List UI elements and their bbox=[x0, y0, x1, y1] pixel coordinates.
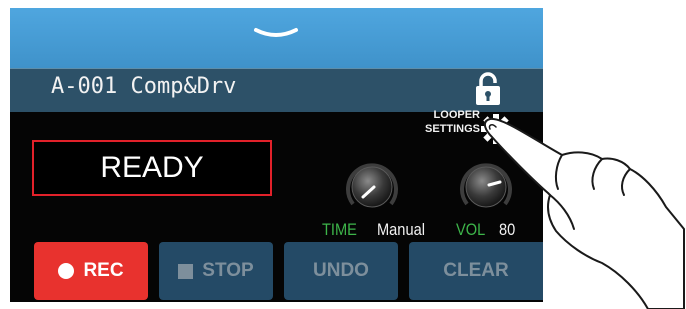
rec-label: REC bbox=[83, 260, 124, 281]
looper-screen: A-001 Comp&Drv LOOPER SETTINGS READY TIM… bbox=[10, 8, 543, 302]
chevron-down-icon[interactable] bbox=[252, 24, 300, 44]
rec-button[interactable]: REC bbox=[34, 242, 148, 300]
looper-settings-line2: SETTINGS bbox=[424, 123, 480, 135]
lock-icon[interactable] bbox=[473, 71, 503, 107]
pointing-hand-icon bbox=[484, 117, 685, 309]
stop-button[interactable]: STOP bbox=[159, 242, 273, 300]
undo-label: UNDO bbox=[313, 260, 369, 281]
stop-label: STOP bbox=[202, 260, 254, 281]
looper-settings-label[interactable]: LOOPER SETTINGS bbox=[398, 108, 480, 136]
patch-name[interactable]: A-001 Comp&Drv bbox=[51, 74, 236, 99]
pull-down-bar[interactable] bbox=[10, 8, 543, 68]
time-knob[interactable] bbox=[343, 158, 401, 216]
time-label: TIME bbox=[322, 220, 357, 239]
status-display: READY bbox=[32, 140, 272, 196]
looper-settings-line1: LOOPER bbox=[433, 109, 480, 121]
patch-bar: A-001 Comp&Drv bbox=[10, 68, 543, 112]
undo-button[interactable]: UNDO bbox=[284, 242, 398, 300]
status-text: READY bbox=[100, 151, 204, 184]
record-icon bbox=[58, 263, 75, 279]
time-value: Manual bbox=[377, 220, 425, 239]
stop-icon bbox=[178, 263, 194, 279]
